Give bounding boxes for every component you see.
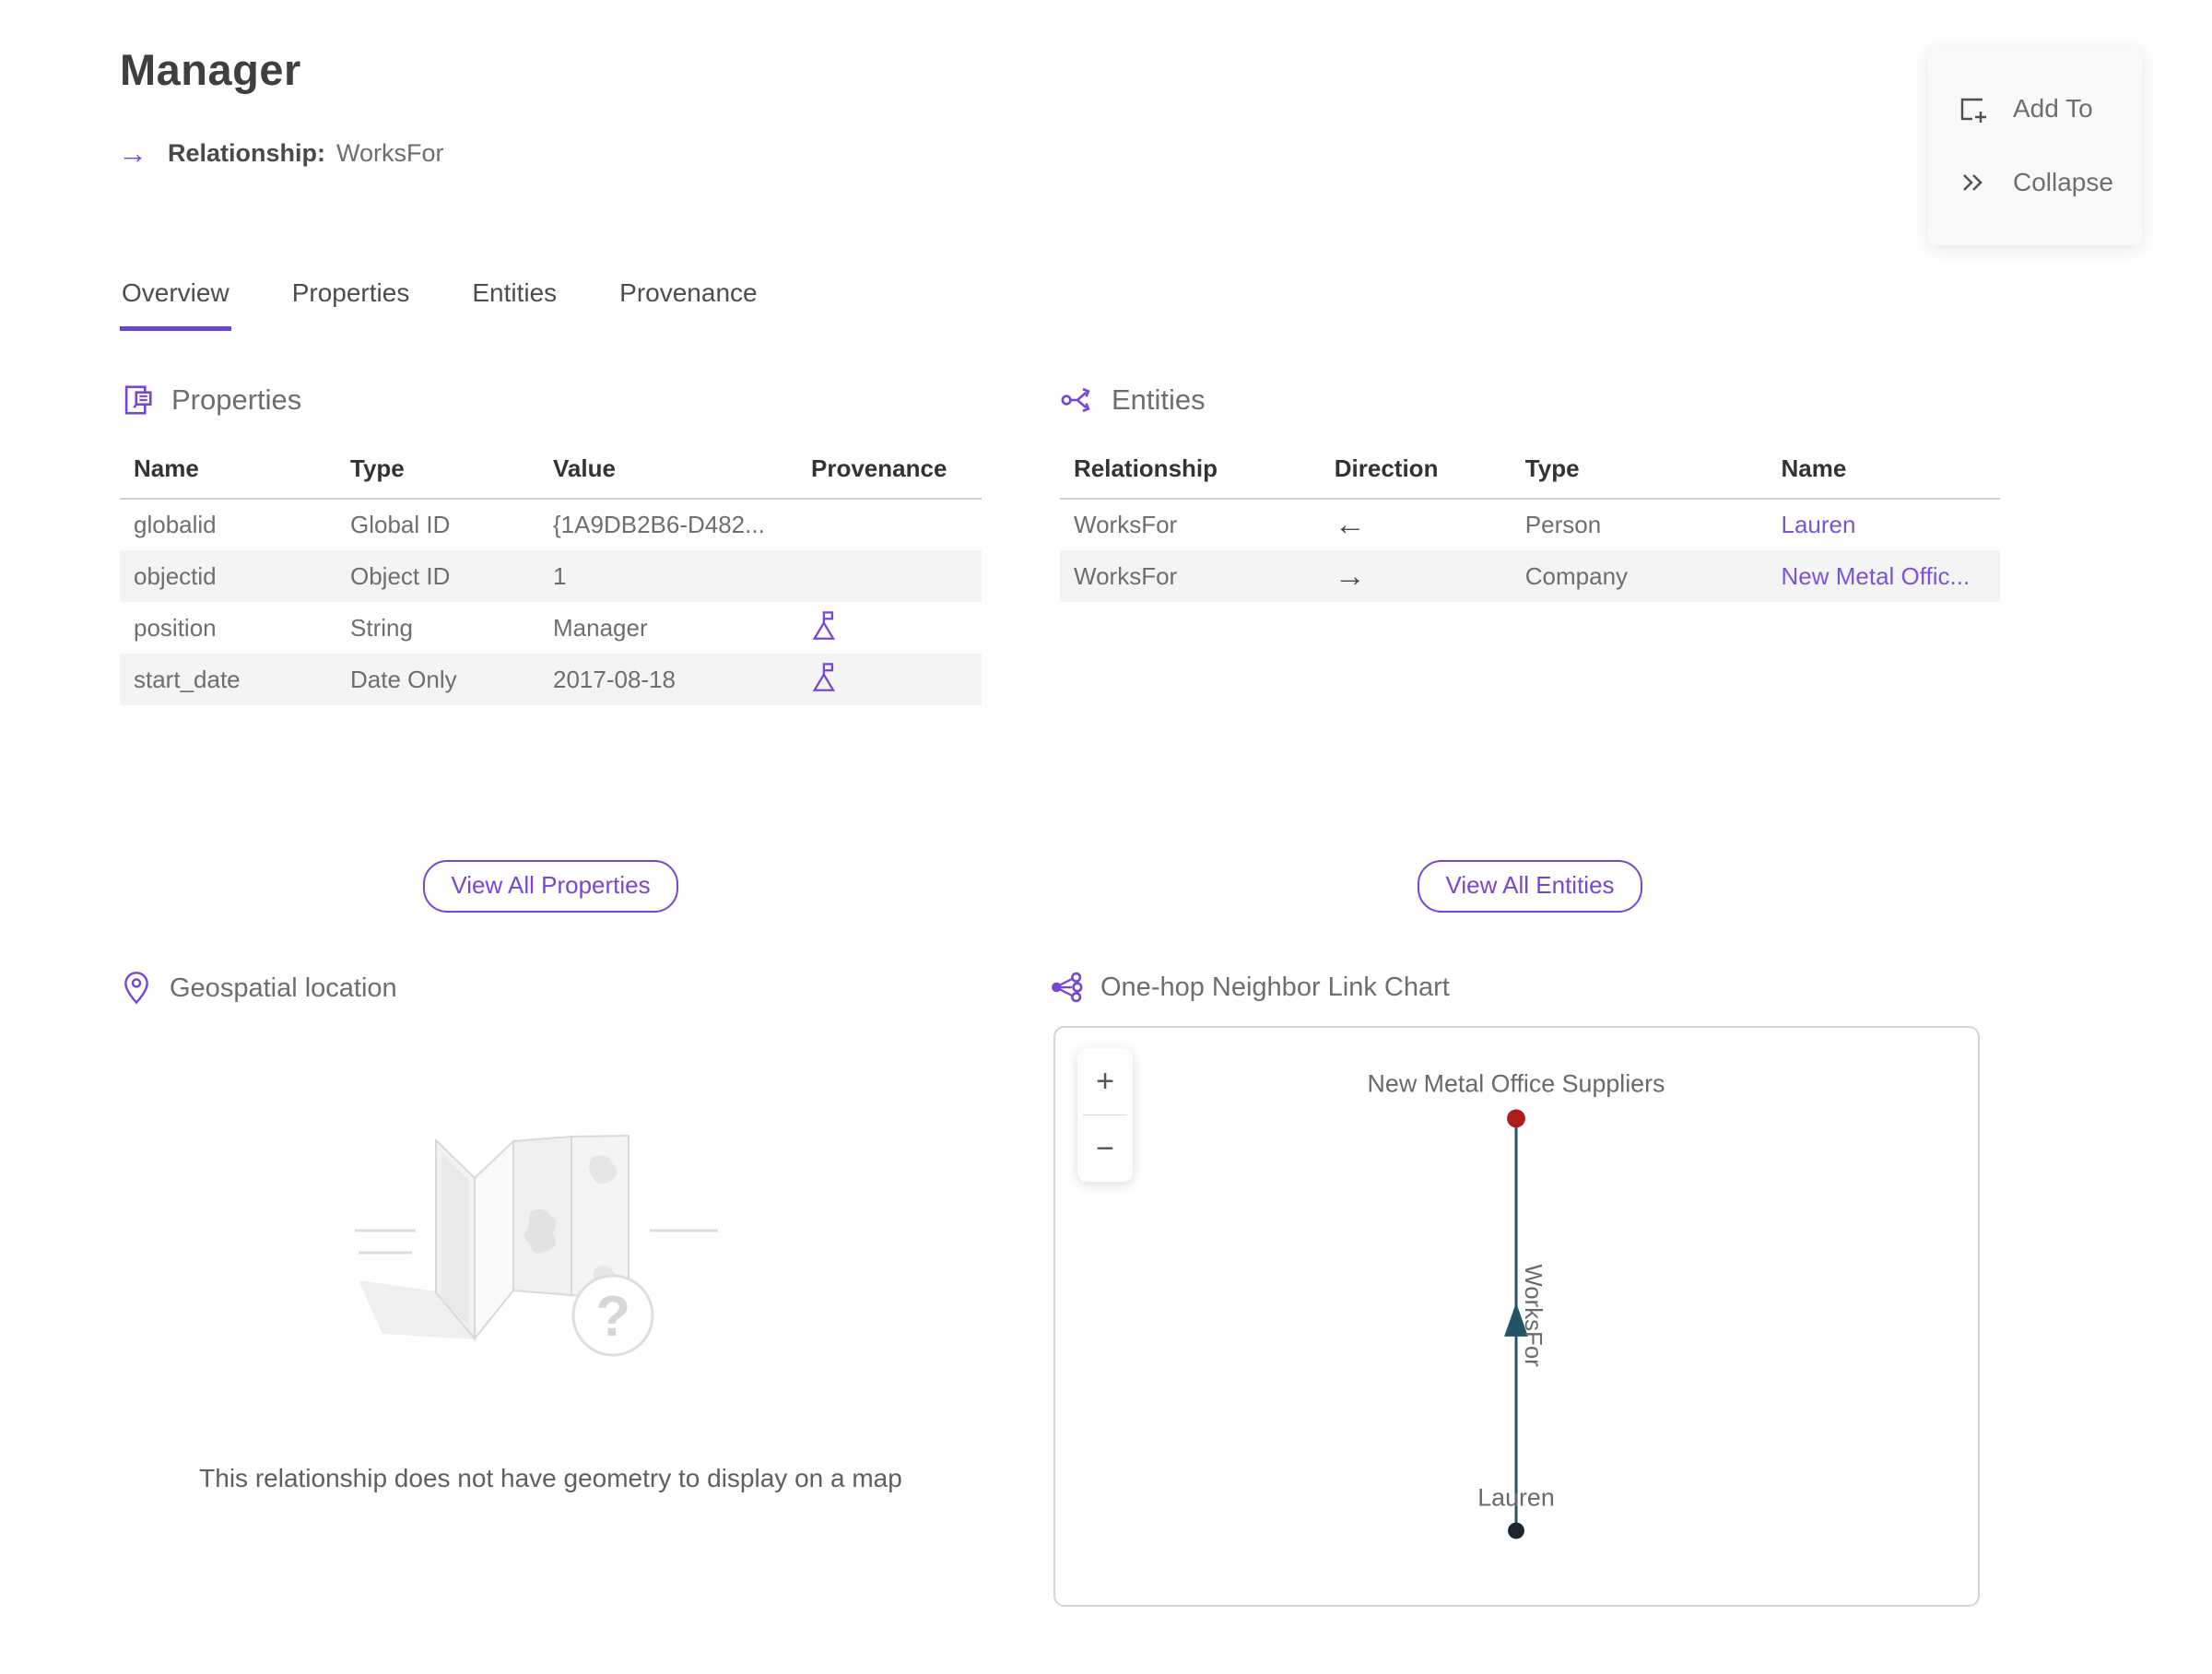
link-chart-section-title: One-hop Neighbor Link Chart xyxy=(1100,972,1450,1002)
direction-arrow: ← xyxy=(1334,507,1366,542)
col-direction: Direction xyxy=(1320,443,1512,500)
zoom-out-button[interactable]: − xyxy=(1077,1115,1133,1182)
col-type: Type xyxy=(336,443,539,500)
geospatial-section-head: Geospatial location xyxy=(120,970,397,1007)
add-to-button[interactable]: Add To xyxy=(1928,72,2142,146)
provenance-flag-icon[interactable] xyxy=(811,609,839,641)
tab-overview[interactable]: Overview xyxy=(120,278,231,331)
table-row: position String Manager xyxy=(120,602,982,654)
link-chart-svg: New Metal Office Suppliers WorksFor Laur… xyxy=(1368,1070,1665,1539)
subtitle-label: Relationship: xyxy=(168,138,326,167)
provenance-flag-icon[interactable] xyxy=(811,661,839,692)
tab-properties[interactable]: Properties xyxy=(290,278,412,331)
col-value: Value xyxy=(539,443,797,500)
svg-text:?: ? xyxy=(595,1285,630,1349)
col-relationship: Relationship xyxy=(1060,443,1321,500)
entities-section-head: Entities xyxy=(1060,383,2000,418)
tab-entities[interactable]: Entities xyxy=(470,278,559,331)
zoom-in-button[interactable]: + xyxy=(1077,1048,1133,1114)
table-row: WorksFor → Company New Metal Offic... xyxy=(1060,550,2000,602)
direction-arrow: → xyxy=(1320,550,1512,602)
tab-provenance[interactable]: Provenance xyxy=(618,278,759,331)
entity-link[interactable]: New Metal Offic... xyxy=(1782,562,1971,590)
page-title: Manager xyxy=(120,45,301,94)
map-placeholder-illustration: ? xyxy=(347,1129,742,1373)
col-name: Name xyxy=(1767,443,2000,500)
map-pin-icon xyxy=(124,972,148,1005)
action-card: Add To Collapse xyxy=(1928,46,2142,245)
link-chart-section-head: One-hop Neighbor Link Chart xyxy=(1049,970,1450,1005)
properties-icon xyxy=(124,385,152,415)
table-row: WorksFor ← Person Lauren xyxy=(1060,499,2000,550)
link-chart-canvas[interactable]: + − New Metal Office Suppliers WorksFor … xyxy=(1053,1026,1980,1607)
relationship-arrow-icon: → xyxy=(118,136,147,170)
edge-label: WorksFor xyxy=(1520,1264,1546,1367)
col-type: Type xyxy=(1511,443,1768,500)
company-node[interactable] xyxy=(1507,1109,1525,1128)
view-all-entities-button[interactable]: View All Entities xyxy=(1418,860,1642,913)
breadcrumb: → Relationship: WorksFor xyxy=(118,138,444,168)
collapse-button[interactable]: Collapse xyxy=(1928,146,2142,219)
collapse-label: Collapse xyxy=(2013,168,2113,196)
add-to-icon xyxy=(1960,98,1986,123)
person-node[interactable] xyxy=(1508,1522,1524,1539)
properties-panel: Properties Name Type Value Provenance gl… xyxy=(120,383,982,705)
table-row: globalid Global ID {1A9DB2B6-D482... xyxy=(134,511,765,538)
relationship-detail-page: Manager → Relationship: WorksFor Add To … xyxy=(0,0,2212,1674)
add-to-label: Add To xyxy=(2013,94,2093,123)
one-hop-share-icon xyxy=(1052,972,1083,1003)
entities-fork-icon xyxy=(1061,387,1090,413)
geometry-empty-message: This relationship does not have geometry… xyxy=(199,1464,902,1492)
entities-section-title: Entities xyxy=(1112,383,1206,416)
view-all-properties-button[interactable]: View All Properties xyxy=(423,860,678,913)
tab-bar: Overview Properties Entities Provenance xyxy=(120,278,759,331)
properties-section-title: Properties xyxy=(171,383,302,416)
col-provenance: Provenance xyxy=(797,443,982,500)
properties-table: Name Type Value Provenance globalid Glob… xyxy=(120,443,982,705)
bottom-node-label: Lauren xyxy=(1477,1484,1555,1512)
entities-table: Relationship Direction Type Name WorksFo… xyxy=(1060,443,2000,602)
top-node-label: New Metal Office Suppliers xyxy=(1368,1070,1665,1098)
table-row: objectid Object ID 1 xyxy=(120,550,982,602)
entities-panel: Entities Relationship Direction Type Nam… xyxy=(1060,383,2000,602)
subtitle-value: WorksFor xyxy=(336,138,444,167)
table-row: start_date Date Only 2017-08-18 xyxy=(120,654,982,705)
zoom-control: + − xyxy=(1077,1048,1133,1182)
entity-link[interactable]: Lauren xyxy=(1782,511,1856,538)
properties-section-head: Properties xyxy=(120,383,982,418)
double-chevron-right-icon xyxy=(1963,174,1983,191)
col-name: Name xyxy=(120,443,336,500)
geospatial-section-title: Geospatial location xyxy=(170,973,397,1003)
